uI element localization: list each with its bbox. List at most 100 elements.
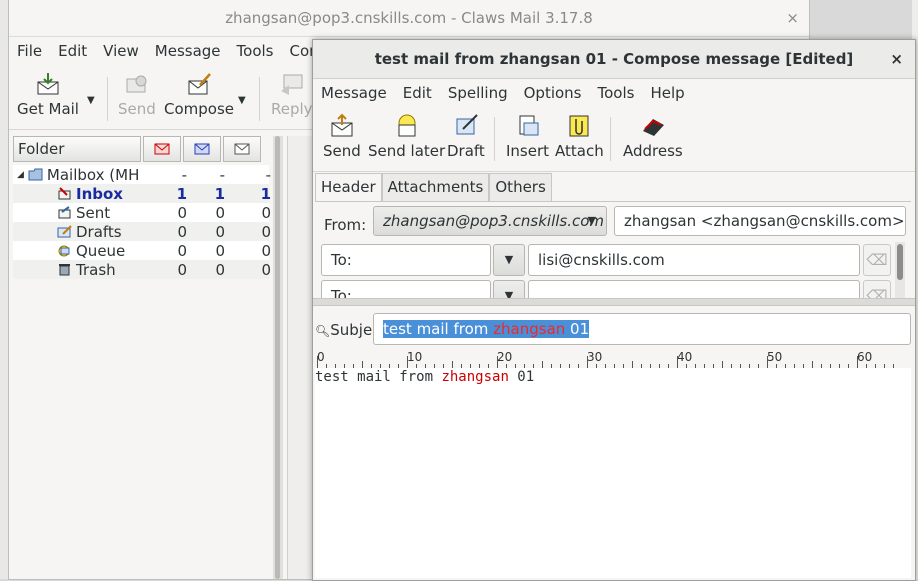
ruler-label: 40: [677, 350, 693, 364]
compose-menu-options[interactable]: Options: [516, 84, 590, 102]
menu-file[interactable]: File: [9, 42, 50, 60]
clear-recipient-button[interactable]: ⌫: [863, 244, 891, 276]
folder-list-header: Folder: [13, 136, 269, 162]
compose-menu-help[interactable]: Help: [642, 84, 692, 102]
attach-icon: [569, 115, 589, 137]
search-icon: 🔍︎: [315, 324, 331, 338]
misspelled-word: zhangsan: [493, 320, 566, 338]
ruler-tick: [722, 361, 723, 368]
total-mail-icon: [234, 143, 250, 155]
compose-dropdown-icon[interactable]: ▼: [238, 95, 246, 106]
attach-label: Attach: [555, 142, 604, 160]
queue-icon: [58, 245, 70, 257]
insert-label: Insert: [506, 142, 550, 160]
subject-selection: test mail from zhangsan 01: [383, 320, 590, 338]
folder-row-queue[interactable]: Queue 0 0 0: [13, 241, 271, 260]
from-account-value: zhangsan@pop3.cnskills.com: [383, 212, 605, 230]
compose-title-bar: test mail from zhangsan 01 - Compose mes…: [313, 40, 915, 79]
compose-menu-tools[interactable]: Tools: [590, 84, 643, 102]
recipient-list-clip: To: ▼ ⌫: [315, 280, 911, 298]
folder-row-drafts[interactable]: Drafts 0 0 0: [13, 222, 271, 241]
recipient-type-select[interactable]: To:: [321, 244, 491, 276]
recipient-address-field[interactable]: lisi@cnskills.com: [528, 244, 860, 276]
recipient-type-dropdown[interactable]: ▼: [493, 244, 525, 276]
unread-column-header[interactable]: [183, 136, 221, 162]
main-title-bar: zhangsan@pop3.cnskills.com - Claws Mail …: [9, 0, 809, 37]
send-later-button[interactable]: Send later: [368, 113, 445, 160]
header-body-divider[interactable]: [313, 298, 915, 306]
folder-row-mailbox[interactable]: ◢ Mailbox (MH - - -: [13, 165, 271, 184]
recipient-scrollbar[interactable]: [895, 242, 905, 298]
new-column-header[interactable]: [143, 136, 181, 162]
recipient-type-dropdown[interactable]: ▼: [493, 280, 525, 298]
insert-button[interactable]: Insert: [506, 113, 549, 160]
ruler-label: 60: [857, 350, 873, 364]
get-mail-button[interactable]: Get Mail: [17, 71, 79, 118]
ruler-tick: [362, 361, 363, 368]
pane-divider-grip[interactable]: [275, 136, 280, 579]
compose-menu-message[interactable]: Message: [313, 84, 395, 102]
inbox-icon: [58, 187, 71, 200]
folder-name: Drafts: [76, 222, 122, 241]
folder-row-trash[interactable]: Trash 0 0 0: [13, 260, 271, 279]
ruler-tick: [542, 361, 543, 368]
attach-button[interactable]: Attach: [555, 113, 604, 160]
pane-divider[interactable]: [273, 136, 283, 579]
menu-tools[interactable]: Tools: [229, 42, 282, 60]
main-close-button[interactable]: ×: [786, 0, 799, 36]
ruler-tick: [587, 356, 588, 368]
reply-button[interactable]: Reply: [271, 71, 313, 118]
folder-name: Queue: [76, 241, 126, 260]
compose-button[interactable]: Compose: [164, 71, 234, 118]
tab-others[interactable]: Others: [489, 173, 552, 202]
menu-message[interactable]: Message: [147, 42, 229, 60]
folder-name: Inbox: [76, 184, 123, 203]
ruler-tick: [677, 356, 678, 368]
toolbar-separator: [107, 77, 108, 121]
total-column-header[interactable]: [223, 136, 261, 162]
menu-view[interactable]: View: [95, 42, 147, 60]
recipient-type-value: To:: [331, 251, 352, 269]
compose-menu-spelling[interactable]: Spelling: [440, 84, 516, 102]
expander-icon[interactable]: ◢: [17, 170, 24, 180]
menu-edit[interactable]: Edit: [50, 42, 95, 60]
from-account-select[interactable]: zhangsan@pop3.cnskills.com ▼: [373, 206, 607, 236]
send-label: Send: [323, 142, 361, 160]
clear-recipient-button[interactable]: ⌫: [863, 280, 891, 298]
ruler-tick: [317, 356, 318, 368]
compose-close-button[interactable]: ×: [890, 40, 903, 78]
trash-icon: [59, 264, 70, 276]
recipient-type-select[interactable]: To:: [321, 280, 491, 298]
from-address-field[interactable]: zhangsan <zhangsan@cnskills.com>: [614, 206, 906, 236]
dropdown-arrow-icon: ▼: [587, 214, 596, 227]
ruler-label: 30: [587, 350, 603, 364]
reply-label: Reply: [271, 100, 313, 118]
backspace-icon: ⌫: [866, 251, 888, 269]
new-mail-icon: [154, 143, 170, 155]
message-body-editor[interactable]: test mail from zhangsan 01: [315, 368, 911, 578]
compose-menu-edit[interactable]: Edit: [395, 84, 440, 102]
folder-total-count: 0: [261, 222, 271, 241]
mailbox-folder-icon: [28, 168, 43, 181]
folder-name: Mailbox (MH: [46, 165, 140, 184]
subject-field[interactable]: test mail from zhangsan 01: [373, 313, 911, 345]
misspelled-word: zhangsan: [441, 369, 509, 385]
send-queued-button[interactable]: Send: [118, 71, 156, 118]
folder-row-inbox[interactable]: Inbox 1 1 1: [13, 184, 271, 203]
draft-button[interactable]: Draft: [447, 113, 485, 160]
folder-unread-count: 0: [215, 203, 225, 222]
tab-header[interactable]: Header: [315, 173, 382, 202]
ruler-label: 50: [767, 350, 783, 364]
get-mail-dropdown-icon[interactable]: ▼: [87, 95, 95, 106]
compose-send-button[interactable]: Send: [323, 113, 361, 160]
tab-attachments[interactable]: Attachments: [381, 173, 490, 202]
folder-row-sent[interactable]: Sent 0 0 0: [13, 203, 271, 222]
folder-new-count: 0: [177, 222, 187, 241]
send-icon: [126, 75, 147, 93]
scrollbar-thumb[interactable]: [897, 244, 903, 280]
folder-column-header[interactable]: Folder: [13, 136, 141, 162]
address-book-button[interactable]: Address: [623, 113, 683, 160]
ruler-tick: [767, 356, 768, 368]
ruler-tick: [452, 361, 453, 368]
recipient-address-field[interactable]: [528, 280, 860, 298]
